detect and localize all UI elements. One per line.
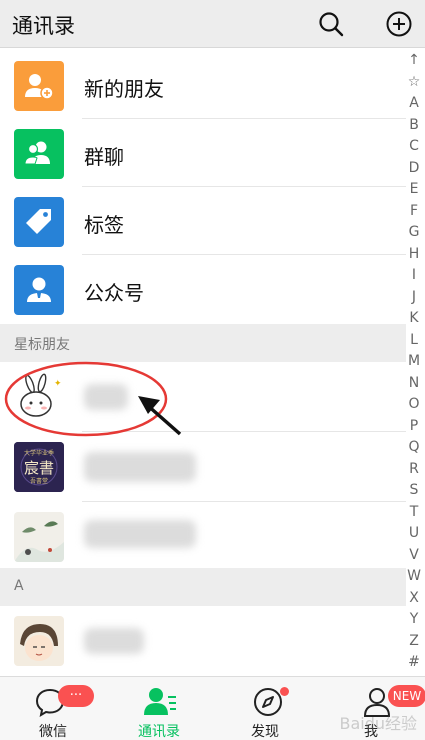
tab-contacts[interactable]: 通讯录 (106, 677, 212, 740)
index-letter[interactable]: S (403, 482, 425, 498)
avatar-top-text: 大学毕业季 (24, 449, 54, 457)
index-letter[interactable]: E (403, 181, 425, 197)
index-letter[interactable]: O (403, 396, 425, 412)
search-icon[interactable] (316, 9, 346, 39)
plus-circle-icon[interactable] (384, 9, 414, 39)
new-friends-item[interactable]: 新的朋友 (0, 51, 406, 119)
index-letter[interactable]: I (403, 267, 425, 283)
index-letter[interactable]: P (403, 418, 425, 434)
tags-item[interactable]: 标签 (0, 187, 406, 255)
avatar-sub-text: 吾書堂 (30, 477, 48, 485)
section-title: A (14, 578, 24, 594)
avatar (14, 616, 64, 666)
tab-label: 微信 (39, 724, 67, 740)
section-title: 星标朋友 (14, 337, 70, 353)
discover-dot (280, 687, 289, 696)
chat-badge: ··· (58, 685, 94, 707)
alphabet-index-bar[interactable]: ↑ ☆ A B C D E F G H I J K L M N O P Q R S T U V W X Y Z # (403, 48, 425, 678)
index-letter[interactable]: N (403, 375, 425, 391)
contact-row[interactable] (0, 606, 406, 676)
watermark: Baidu经验 (339, 714, 417, 733)
contacts-screen: 通讯录 新的朋友 群聊 标签 公众号 星标朋友 ✦ 大学毕业季 宸書 吾書堂 A… (0, 0, 425, 740)
avatar (14, 512, 64, 562)
index-letter[interactable]: H (403, 246, 425, 262)
index-letter[interactable]: ↑ (403, 52, 425, 68)
tags-label: 标签 (84, 213, 124, 237)
official-accounts-item[interactable]: 公众号 (0, 255, 406, 323)
blurred-name (84, 520, 196, 548)
blurred-name (84, 628, 144, 654)
tab-chats[interactable]: ··· 微信 (0, 677, 106, 740)
contact-row[interactable]: 大学毕业季 宸書 吾書堂 (0, 432, 406, 502)
index-letter[interactable]: B (403, 117, 425, 133)
index-letter[interactable]: D (403, 160, 425, 176)
index-letter[interactable]: Z (403, 633, 425, 649)
contact-row[interactable] (0, 502, 406, 568)
me-badge: NEW (388, 685, 425, 707)
top-bar: 通讯录 (0, 0, 425, 48)
index-letter[interactable]: M (403, 353, 425, 369)
add-friend-icon (14, 61, 64, 111)
tag-icon (14, 197, 64, 247)
index-letter[interactable]: Y (403, 611, 425, 627)
index-letter[interactable]: R (403, 461, 425, 477)
avatar: 大学毕业季 宸書 吾書堂 (14, 442, 64, 492)
tab-label: 发现 (251, 724, 279, 740)
index-letter[interactable]: K (403, 310, 425, 326)
official-accounts-label: 公众号 (84, 281, 144, 305)
group-chats-label: 群聊 (84, 145, 124, 169)
group-chats-item[interactable]: 群聊 (0, 119, 406, 187)
index-letter[interactable]: ☆ (403, 74, 425, 90)
index-letter[interactable]: G (403, 224, 425, 240)
index-letter[interactable]: U (403, 525, 425, 541)
tab-discover[interactable]: 发现 (212, 677, 318, 740)
index-letter[interactable]: Q (403, 439, 425, 455)
index-letter[interactable]: F (403, 203, 425, 219)
index-letter[interactable]: # (403, 654, 425, 670)
index-letter[interactable]: J (403, 289, 425, 305)
index-letter[interactable]: T (403, 504, 425, 520)
index-letter[interactable]: C (403, 138, 425, 154)
avatar-main-text: 宸書 (24, 459, 54, 477)
tab-label: 通讯录 (138, 724, 180, 740)
group-chat-icon (14, 129, 64, 179)
index-letter[interactable]: A (403, 95, 425, 111)
page-title: 通讯录 (12, 14, 75, 38)
index-letter[interactable]: V (403, 547, 425, 563)
section-header-a: A (0, 568, 406, 606)
index-letter[interactable]: L (403, 332, 425, 348)
index-letter[interactable]: X (403, 590, 425, 606)
annotation-overlay (4, 361, 182, 437)
blurred-name (84, 452, 196, 482)
index-letter[interactable]: W (403, 568, 425, 584)
new-friends-label: 新的朋友 (84, 77, 164, 101)
official-account-icon (14, 265, 64, 315)
contacts-icon (144, 688, 176, 715)
